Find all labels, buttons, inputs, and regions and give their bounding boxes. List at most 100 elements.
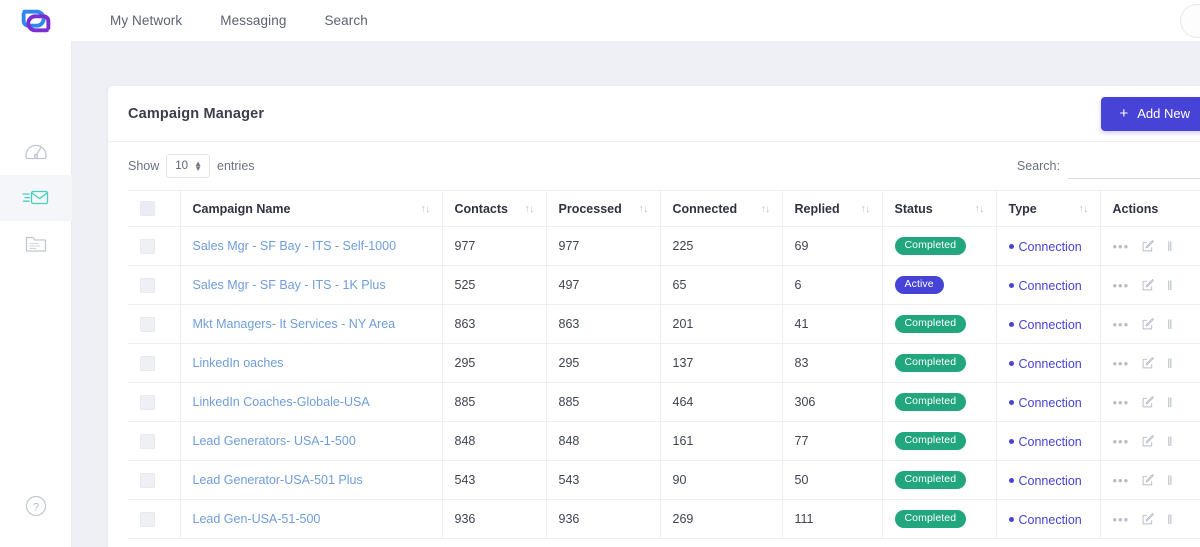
cell-campaign-name: LinkedIn Coaches-Globale-USA	[180, 383, 442, 422]
pause-icon[interactable]: ‖	[1167, 240, 1171, 253]
campaign-name-link[interactable]: Mkt Managers- It Services - NY Area	[193, 317, 396, 331]
campaign-name-link[interactable]: LinkedIn oaches	[193, 356, 284, 370]
campaign-type[interactable]: Connection	[1009, 240, 1082, 254]
avatar-wrap[interactable]	[1180, 4, 1200, 38]
row-checkbox[interactable]	[140, 434, 155, 449]
pause-icon[interactable]: ‖	[1167, 396, 1171, 409]
pause-icon[interactable]: ‖	[1167, 279, 1171, 292]
row-checkbox[interactable]	[140, 512, 155, 527]
entries-per-page-select[interactable]: 10 ▲▼	[166, 154, 210, 178]
more-options-icon[interactable]: •••	[1113, 279, 1130, 292]
campaign-type[interactable]: Connection	[1009, 396, 1082, 410]
cell-contacts: 525	[442, 266, 546, 305]
row-checkbox[interactable]	[140, 317, 155, 332]
edit-icon[interactable]	[1141, 434, 1155, 448]
sidebar-item-campaigns[interactable]	[0, 175, 72, 221]
campaign-type[interactable]: Connection	[1009, 513, 1082, 527]
campaign-type[interactable]: Connection	[1009, 279, 1082, 293]
status-badge[interactable]: Completed	[895, 432, 967, 451]
edit-icon[interactable]	[1141, 512, 1155, 526]
campaign-type[interactable]: Connection	[1009, 357, 1082, 371]
cell-connected: 201	[660, 305, 782, 344]
cell-type: Connection	[996, 383, 1100, 422]
nav-link-messaging[interactable]: Messaging	[220, 13, 286, 28]
edit-icon[interactable]	[1141, 473, 1155, 487]
sidebar-item-templates[interactable]	[0, 221, 72, 267]
sort-icon-replied[interactable]: ↑↓	[861, 203, 870, 215]
edit-icon[interactable]	[1141, 356, 1155, 370]
column-header-processed[interactable]: Processed ↑↓	[546, 191, 660, 227]
user-avatar[interactable]	[1180, 4, 1200, 38]
edit-icon[interactable]	[1141, 278, 1155, 292]
more-options-icon[interactable]: •••	[1113, 435, 1130, 448]
status-badge[interactable]: Completed	[895, 393, 967, 412]
status-badge[interactable]: Completed	[895, 471, 967, 490]
sort-icon-status[interactable]: ↑↓	[975, 203, 984, 215]
type-dot-icon	[1009, 361, 1014, 366]
more-options-icon[interactable]: •••	[1113, 396, 1130, 409]
more-options-icon[interactable]: •••	[1113, 513, 1130, 526]
sidebar-item-dashboard[interactable]	[0, 129, 72, 175]
more-options-icon[interactable]: •••	[1113, 357, 1130, 370]
type-label: Connection	[1019, 279, 1082, 293]
campaign-name-link[interactable]: Lead Generators- USA-1-500	[193, 434, 356, 448]
sort-icon-connected[interactable]: ↑↓	[761, 203, 770, 215]
column-header-campaign-name[interactable]: Campaign Name ↑↓	[180, 191, 442, 227]
cell-connected: 137	[660, 344, 782, 383]
edit-icon[interactable]	[1141, 239, 1155, 253]
type-dot-icon	[1009, 322, 1014, 327]
column-header-replied[interactable]: Replied ↑↓	[782, 191, 882, 227]
show-label: Show	[128, 159, 159, 173]
campaign-type[interactable]: Connection	[1009, 318, 1082, 332]
cell-status: Completed	[882, 500, 996, 539]
cell-contacts: 885	[442, 383, 546, 422]
sidebar-item-help[interactable]: ?	[0, 483, 72, 529]
campaign-name-link[interactable]: LinkedIn Coaches-Globale-USA	[193, 395, 370, 409]
table-body: Sales Mgr - SF Bay - ITS - Self-10009779…	[128, 227, 1200, 539]
campaign-name-link[interactable]: Lead Generator-USA-501 Plus	[193, 473, 363, 487]
add-new-button[interactable]: + Add New	[1101, 97, 1200, 131]
edit-icon[interactable]	[1141, 395, 1155, 409]
status-badge[interactable]: Completed	[895, 315, 967, 334]
cell-status: Completed	[882, 227, 996, 266]
row-checkbox[interactable]	[140, 278, 155, 293]
row-checkbox[interactable]	[140, 473, 155, 488]
pause-icon[interactable]: ‖	[1167, 474, 1171, 487]
column-header-contacts[interactable]: Contacts ↑↓	[442, 191, 546, 227]
select-all-checkbox[interactable]	[140, 201, 155, 216]
campaign-name-link[interactable]: Lead Gen-USA-51-500	[193, 512, 321, 526]
pause-icon[interactable]: ‖	[1167, 435, 1171, 448]
sort-icon-processed[interactable]: ↑↓	[639, 203, 648, 215]
column-header-status[interactable]: Status ↑↓	[882, 191, 996, 227]
table-container: Campaign Name ↑↓ Contacts ↑↓	[108, 190, 1200, 539]
campaign-name-link[interactable]: Sales Mgr - SF Bay - ITS - Self-1000	[193, 239, 397, 253]
row-checkbox[interactable]	[140, 239, 155, 254]
sort-icon-type[interactable]: ↑↓	[1079, 203, 1088, 215]
column-header-connected[interactable]: Connected ↑↓	[660, 191, 782, 227]
nav-link-my-network[interactable]: My Network	[110, 13, 182, 28]
status-badge[interactable]: Completed	[895, 354, 967, 373]
campaign-type[interactable]: Connection	[1009, 435, 1082, 449]
nav-link-search[interactable]: Search	[324, 13, 367, 28]
pause-icon[interactable]: ‖	[1167, 318, 1171, 331]
cell-status: Completed	[882, 344, 996, 383]
status-badge[interactable]: Completed	[895, 237, 967, 256]
status-badge[interactable]: Active	[895, 276, 944, 295]
column-header-type[interactable]: Type ↑↓	[996, 191, 1100, 227]
app-logo[interactable]	[0, 0, 72, 41]
row-checkbox[interactable]	[140, 356, 155, 371]
sort-icon-campaign-name[interactable]: ↑↓	[421, 203, 430, 215]
row-checkbox[interactable]	[140, 395, 155, 410]
status-badge[interactable]: Completed	[895, 510, 967, 529]
sort-icon-contacts[interactable]: ↑↓	[525, 203, 534, 215]
cell-actions: ••• ‖	[1100, 266, 1200, 305]
pause-icon[interactable]: ‖	[1167, 513, 1171, 526]
more-options-icon[interactable]: •••	[1113, 240, 1130, 253]
search-input[interactable]	[1068, 153, 1200, 179]
pause-icon[interactable]: ‖	[1167, 357, 1171, 370]
edit-icon[interactable]	[1141, 317, 1155, 331]
more-options-icon[interactable]: •••	[1113, 474, 1130, 487]
campaign-type[interactable]: Connection	[1009, 474, 1082, 488]
more-options-icon[interactable]: •••	[1113, 318, 1130, 331]
campaign-name-link[interactable]: Sales Mgr - SF Bay - ITS - 1K Plus	[193, 278, 386, 292]
